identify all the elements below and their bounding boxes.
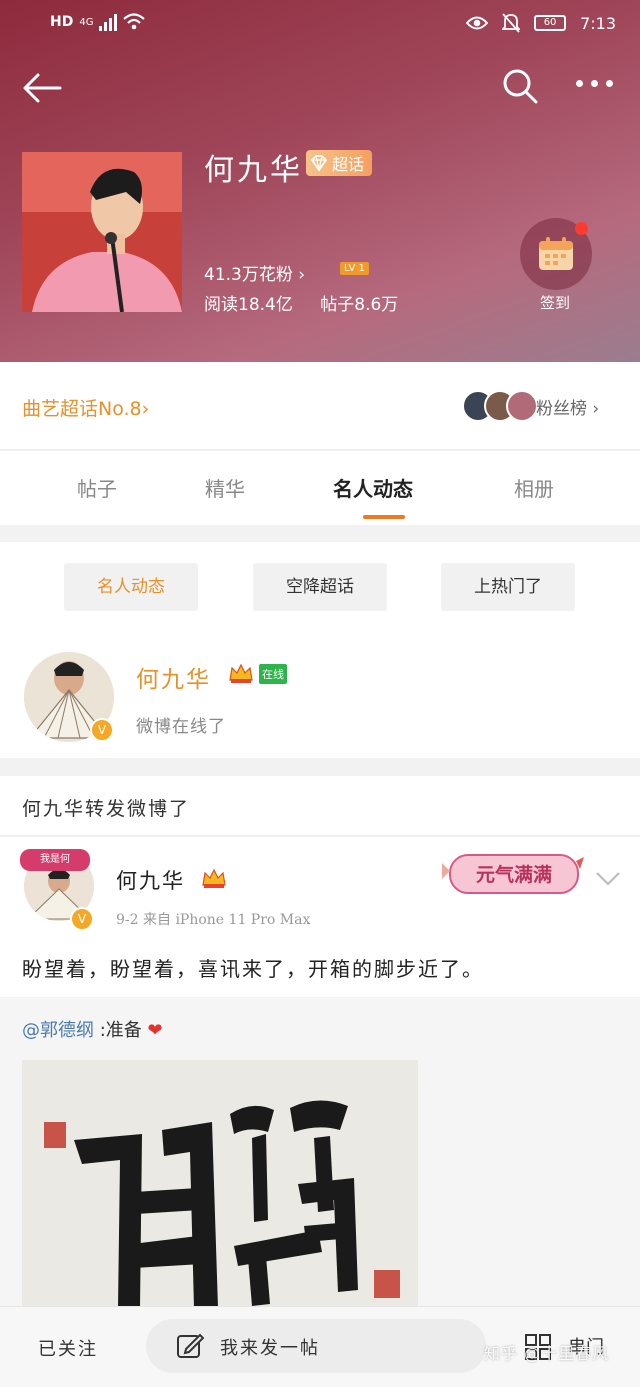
quoted-text: :准备 bbox=[94, 1020, 142, 1041]
avatar-sticker: 我是何 bbox=[20, 849, 90, 871]
bell-off-icon bbox=[502, 13, 521, 33]
post-text: 盼望着，盼望着，喜讯来了，开箱的脚步近了。 bbox=[22, 957, 484, 981]
watermark: 知乎 @十里春风 bbox=[484, 1344, 610, 1363]
online-user-name[interactable]: 何九华 bbox=[136, 660, 211, 694]
fan-rank-link[interactable]: 粉丝榜 › bbox=[536, 394, 599, 419]
followed-button[interactable]: 已关注 bbox=[38, 1335, 98, 1361]
tab-featured[interactable]: 精华 bbox=[205, 473, 245, 502]
sticker-label: 元气满满 bbox=[476, 863, 552, 886]
more-icon[interactable] bbox=[576, 80, 620, 96]
network-label: HD bbox=[50, 14, 74, 30]
post-meta: 9-2 来自 iPhone 11 Pro Max bbox=[116, 912, 311, 928]
quoted-post[interactable]: @郭德纲 :准备 ❤ bbox=[0, 998, 640, 1308]
verified-icon: V bbox=[70, 907, 94, 931]
post-count: 帖子8.6万 bbox=[320, 295, 399, 315]
filter-celebrity[interactable]: 名人动态 bbox=[64, 563, 198, 611]
verified-icon: V bbox=[90, 718, 114, 742]
signal-icon bbox=[99, 13, 118, 31]
quoted-line: @郭德纲 :准备 ❤ bbox=[22, 1016, 163, 1042]
topic-title: 何九华 bbox=[204, 153, 303, 188]
edit-icon bbox=[177, 1333, 204, 1358]
rank-bar: 曲艺超话No.8› 粉丝榜 › bbox=[0, 362, 640, 450]
fan-avatars[interactable] bbox=[462, 390, 538, 422]
repost-header: 何九华转发微博了 bbox=[0, 776, 640, 836]
filter-trending[interactable]: 上热门了 bbox=[441, 563, 575, 611]
mention-link[interactable]: @郭德纲 bbox=[22, 1020, 94, 1041]
super-topic-badge: 超话 bbox=[306, 150, 373, 176]
crown-icon bbox=[229, 663, 253, 683]
checkin-label[interactable]: 签到 bbox=[540, 292, 570, 313]
filter-airdrop[interactable]: 空降超话 bbox=[253, 563, 387, 611]
tab-active-indicator bbox=[363, 515, 405, 519]
post-card[interactable]: 我是何 V 何九华 9-2 来自 iPhone 11 Pro Max 元气满满 … bbox=[0, 837, 640, 997]
compose-button[interactable]: 我来发一帖 bbox=[146, 1319, 486, 1373]
topic-header: HD 4G 60 7:13 何九华 超话 41.3万花粉 › LV 1 阅读18… bbox=[0, 0, 640, 362]
status-bar: HD 4G 60 7:13 bbox=[0, 0, 640, 50]
tab-album[interactable]: 相册 bbox=[514, 473, 554, 502]
fans-count[interactable]: 41.3万花粉 › bbox=[204, 260, 305, 285]
online-status-text: 微博在线了 bbox=[136, 717, 226, 737]
repost-text: 何九华转发微博了 bbox=[22, 798, 191, 820]
search-icon[interactable] bbox=[500, 66, 540, 106]
celebrity-card: 名人动态 空降超话 上热门了 V 何九华 在线 微博在线了 bbox=[0, 542, 640, 758]
wifi-icon bbox=[123, 13, 146, 30]
clock: 7:13 bbox=[580, 13, 616, 33]
network-gen: 4G bbox=[79, 16, 94, 28]
battery-icon: 60 bbox=[534, 15, 567, 31]
eye-icon bbox=[466, 16, 489, 30]
heart-icon: ❤ bbox=[147, 1020, 163, 1041]
super-topic-label: 超话 bbox=[332, 155, 365, 174]
chevron-down-icon[interactable] bbox=[594, 869, 622, 889]
tab-celebrity[interactable]: 名人动态 bbox=[333, 473, 413, 502]
fan-avatar bbox=[506, 390, 538, 422]
tab-posts[interactable]: 帖子 bbox=[77, 473, 117, 502]
diamond-icon bbox=[310, 155, 328, 172]
online-tag: 在线 bbox=[259, 664, 287, 684]
category-rank[interactable]: 曲艺超话No.8› bbox=[22, 394, 149, 421]
read-count: 阅读18.4亿 bbox=[204, 295, 293, 315]
post-author-name[interactable]: 何九华 bbox=[116, 865, 185, 895]
sticker-icon: 元气满满 bbox=[442, 854, 584, 894]
calendar-icon bbox=[539, 237, 573, 270]
level-badge: LV 1 bbox=[340, 262, 369, 275]
topic-stats: 阅读18.4亿 帖子8.6万 bbox=[204, 290, 420, 315]
topic-avatar[interactable] bbox=[22, 152, 182, 312]
compose-label: 我来发一帖 bbox=[220, 1338, 320, 1359]
tab-bar: 帖子 精华 名人动态 相册 bbox=[0, 451, 640, 525]
checkin-notification-dot bbox=[575, 222, 588, 235]
back-arrow-icon[interactable] bbox=[20, 68, 64, 108]
calligraphy-image[interactable] bbox=[22, 1060, 418, 1308]
crown-icon bbox=[202, 868, 226, 888]
